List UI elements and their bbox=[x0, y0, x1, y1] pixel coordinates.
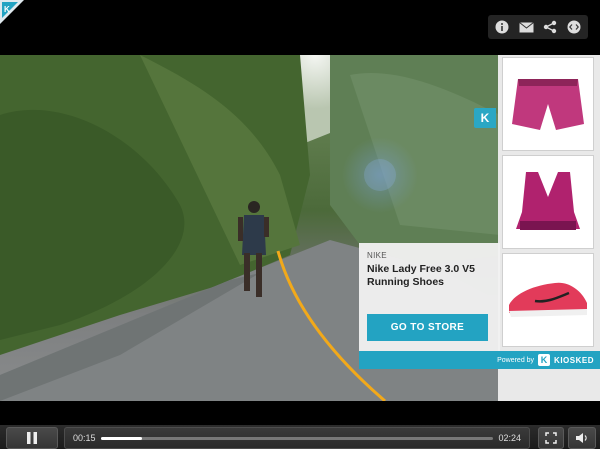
embed-icon[interactable] bbox=[566, 19, 582, 35]
powered-by-bar[interactable]: Powered by K KIOSKED bbox=[359, 351, 600, 369]
product-thumb-bra[interactable] bbox=[502, 155, 594, 249]
fullscreen-icon bbox=[545, 432, 557, 444]
fullscreen-button[interactable] bbox=[538, 427, 564, 449]
share-icon[interactable] bbox=[542, 19, 558, 35]
progress-fill bbox=[101, 437, 142, 440]
duration: 02:24 bbox=[498, 433, 521, 443]
product-popup: NIKE Nike Lady Free 3.0 V5 Running Shoes… bbox=[359, 243, 500, 351]
volume-icon bbox=[576, 433, 587, 443]
share-toolbar bbox=[488, 15, 588, 39]
kiosked-name: KIOSKED bbox=[554, 355, 594, 365]
pause-icon bbox=[27, 432, 37, 444]
info-icon[interactable] bbox=[494, 19, 510, 35]
pause-button[interactable] bbox=[6, 427, 58, 449]
product-name[interactable]: Nike Lady Free 3.0 V5 Running Shoes bbox=[367, 263, 495, 289]
product-thumb-shoe[interactable] bbox=[502, 253, 594, 347]
brand-corner-logo[interactable]: K bbox=[0, 0, 24, 24]
powered-by-label: Powered by bbox=[497, 356, 535, 364]
product-strip bbox=[498, 55, 600, 401]
svg-text:K: K bbox=[4, 5, 10, 14]
seek-bar[interactable]: 00:15 02:24 bbox=[64, 427, 530, 449]
sports-bra-icon bbox=[516, 172, 580, 230]
shoe-icon bbox=[509, 282, 587, 317]
product-brand: NIKE bbox=[367, 251, 387, 260]
product-thumb-shorts[interactable] bbox=[502, 57, 594, 151]
kiosked-badge[interactable]: K bbox=[474, 108, 496, 128]
mail-icon[interactable] bbox=[518, 19, 534, 35]
player-controls: 00:15 02:24 bbox=[0, 425, 600, 449]
volume-button[interactable] bbox=[568, 427, 596, 449]
go-to-store-button[interactable]: GO TO STORE bbox=[367, 314, 488, 341]
progress-track[interactable] bbox=[101, 437, 493, 440]
shorts-icon bbox=[512, 79, 584, 130]
current-time: 00:15 bbox=[73, 433, 96, 443]
kiosked-logo-icon: K bbox=[538, 354, 551, 366]
